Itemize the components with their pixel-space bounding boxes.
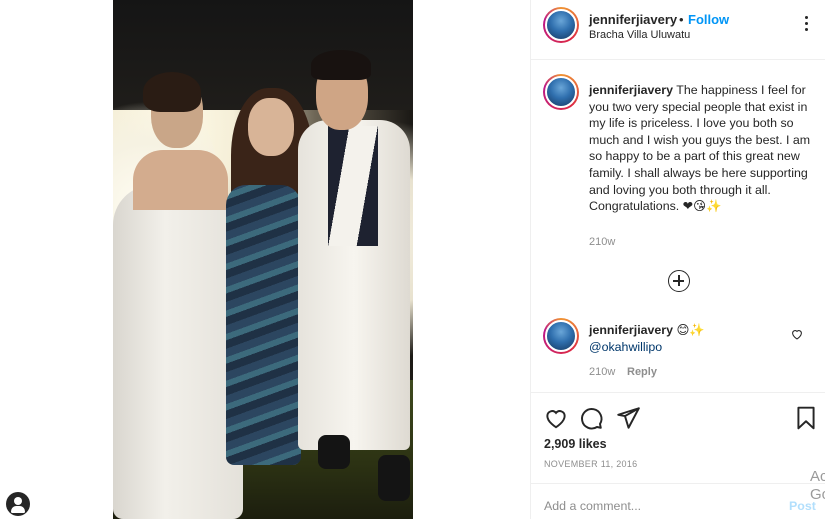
comment-avatar[interactable] <box>543 318 579 354</box>
comment-mention[interactable]: @okahwillipo <box>589 340 662 354</box>
caption-text: jenniferjiavery The happiness I feel for… <box>589 82 814 215</box>
avatar-image <box>545 9 577 41</box>
post-actions: 2,909 likes NOVEMBER 11, 2016 <box>531 392 825 480</box>
photo-groom-hair <box>311 50 371 80</box>
add-comment-bar: Add a comment... Post <box>531 483 825 519</box>
location-link[interactable]: Bracha Villa Uluwatu <box>589 29 690 41</box>
more-options-icon[interactable] <box>799 16 813 34</box>
post-photo[interactable] <box>113 0 413 519</box>
photo-bride-hair <box>143 72 201 112</box>
header-separator: • <box>679 12 684 27</box>
photo-bride-dress <box>113 185 243 519</box>
photo-guest-face <box>248 98 294 156</box>
caption-emojis: ❤😘✨ <box>682 199 722 214</box>
load-more-comments-icon[interactable] <box>668 270 690 292</box>
page-background-left <box>0 0 113 519</box>
likes-count[interactable]: 2,909 likes <box>544 437 607 451</box>
photo-bride-shoulders <box>133 150 228 210</box>
caption-avatar[interactable] <box>543 74 579 110</box>
photo-guest-dress <box>226 185 301 465</box>
activation-watermark: Ac Go <box>810 468 825 503</box>
avatar-image <box>545 320 577 352</box>
caption-body: The happiness I feel for you two very sp… <box>589 83 811 214</box>
comment-username[interactable]: jenniferjiavery <box>589 323 673 337</box>
save-bookmark-icon[interactable] <box>793 405 819 431</box>
comment-like-heart-icon[interactable] <box>790 327 804 341</box>
header-username[interactable]: jenniferjiavery <box>589 12 677 27</box>
caption-username[interactable]: jenniferjiavery <box>589 83 673 97</box>
comment-emojis: 😊✨ <box>676 323 705 337</box>
photo-shoe-right <box>378 455 410 501</box>
reply-button[interactable]: Reply <box>627 366 657 378</box>
photo-groom-lapel <box>328 126 378 246</box>
follow-button[interactable]: Follow <box>688 12 729 27</box>
photo-shoe-left <box>318 435 350 469</box>
post-side-panel: jenniferjiavery • Follow Bracha Villa Ul… <box>530 0 825 519</box>
profile-icon[interactable] <box>6 492 30 516</box>
post-header: jenniferjiavery • Follow Bracha Villa Ul… <box>531 0 825 60</box>
instagram-post-modal: jenniferjiavery • Follow Bracha Villa Ul… <box>0 0 825 519</box>
comment-timestamp[interactable]: 210w <box>589 366 615 378</box>
post-date: NOVEMBER 11, 2016 <box>544 459 638 469</box>
caption-timestamp[interactable]: 210w <box>589 236 615 248</box>
share-paper-plane-icon[interactable] <box>615 405 641 431</box>
comment-text: jenniferjiavery 😊✨ @okahwillipo <box>589 322 705 356</box>
like-heart-icon[interactable] <box>543 405 569 431</box>
comment-input[interactable]: Add a comment... <box>544 499 641 513</box>
comment-bubble-icon[interactable] <box>578 405 604 431</box>
comment-item: jenniferjiavery 😊✨ @okahwillipo 210w Rep… <box>531 318 825 388</box>
avatar[interactable] <box>543 7 579 43</box>
avatar-image <box>545 76 577 108</box>
